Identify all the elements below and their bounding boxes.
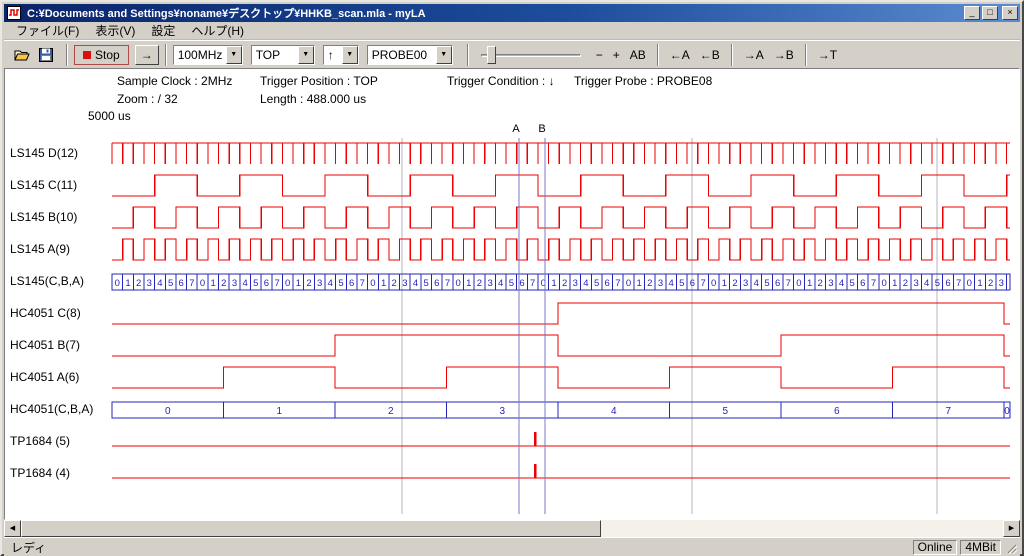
window-title: C:¥Documents and Settings¥noname¥デスクトップ¥… (24, 5, 962, 21)
menu-help[interactable]: ヘルプ(H) (183, 21, 252, 40)
menu-settings[interactable]: 設定 (143, 21, 183, 40)
scrollbar-thumb[interactable] (21, 520, 601, 537)
status-online-badge: Online (913, 540, 958, 555)
toolbar-separator (657, 44, 659, 66)
resize-grip[interactable] (1004, 541, 1017, 554)
app-window: C:¥Documents and Settings¥noname¥デスクトップ¥… (0, 0, 1024, 556)
open-file-button[interactable] (12, 45, 32, 65)
menu-file[interactable]: ファイル(F) (8, 21, 87, 40)
status-ready-text: レディ (7, 539, 910, 556)
time-division-label: 5000 us (88, 109, 131, 123)
sample-clock-info: Sample Clock : 2MHz (117, 74, 232, 88)
zoom-in-button[interactable]: + (608, 46, 625, 64)
trigger-position-select[interactable]: TOP ▼ (251, 45, 315, 65)
zoom-out-button[interactable]: − (591, 46, 608, 64)
status-bar: レディ Online 4MBit (4, 537, 1020, 556)
save-file-button[interactable] (36, 45, 56, 65)
stop-icon (83, 51, 91, 59)
sample-clock-select[interactable]: 100MHz ▼ (173, 45, 243, 65)
toolbar-separator (66, 44, 68, 66)
jump-to-trigger-button[interactable]: →T (813, 46, 842, 64)
run-button[interactable]: → (135, 45, 159, 65)
jump-to-marker-b-left-button[interactable]: ←B (695, 46, 725, 64)
zoom-slider-track[interactable] (481, 54, 581, 57)
length-info: Length : 488.000 us (260, 92, 366, 106)
horizontal-scrollbar[interactable]: ◀ ▶ (4, 520, 1020, 537)
jump-to-marker-a-left-button[interactable]: ←A (665, 46, 695, 64)
chevron-down-icon[interactable]: ▼ (342, 46, 358, 64)
stop-button[interactable]: Stop (74, 45, 129, 65)
chevron-down-icon[interactable]: ▼ (298, 46, 314, 64)
scroll-left-icon[interactable]: ◀ (4, 520, 21, 537)
zoom-slider[interactable] (481, 44, 581, 66)
ab-measure-button[interactable]: AB (625, 46, 651, 64)
title-bar[interactable]: C:¥Documents and Settings¥noname¥デスクトップ¥… (4, 4, 1020, 22)
app-icon (6, 5, 22, 21)
scroll-right-icon[interactable]: ▶ (1003, 520, 1020, 537)
toolbar-separator (805, 44, 807, 66)
trigger-position-info: Trigger Position : TOP (260, 74, 378, 88)
waveform-client-area (4, 68, 1020, 520)
chevron-down-icon[interactable]: ▼ (436, 46, 452, 64)
toolbar: Stop → 100MHz ▼ TOP ▼ ↑ ▼ PROBE00 ▼ − + … (4, 40, 1020, 68)
menu-bar: ファイル(F) 表示(V) 設定 ヘルプ(H) (4, 22, 1020, 40)
jump-to-marker-b-right-button[interactable]: →B (769, 46, 799, 64)
menu-view[interactable]: 表示(V) (87, 21, 143, 40)
trigger-probe-select[interactable]: PROBE00 ▼ (367, 45, 453, 65)
trigger-edge-select[interactable]: ↑ ▼ (323, 45, 359, 65)
toolbar-separator (467, 44, 469, 66)
toolbar-separator (165, 44, 167, 66)
zoom-info: Zoom : / 32 (117, 92, 178, 106)
maximize-button[interactable]: □ (982, 6, 998, 20)
trigger-probe-info: Trigger Probe : PROBE08 (574, 74, 712, 88)
status-memory-badge: 4MBit (960, 540, 1001, 555)
trigger-condition-info: Trigger Condition : ↓ (447, 74, 555, 88)
minimize-button[interactable]: _ (964, 6, 980, 20)
chevron-down-icon[interactable]: ▼ (226, 46, 242, 64)
jump-to-marker-a-right-button[interactable]: →A (739, 46, 769, 64)
zoom-slider-handle[interactable] (487, 46, 496, 64)
close-button[interactable]: × (1002, 6, 1018, 20)
toolbar-separator (731, 44, 733, 66)
